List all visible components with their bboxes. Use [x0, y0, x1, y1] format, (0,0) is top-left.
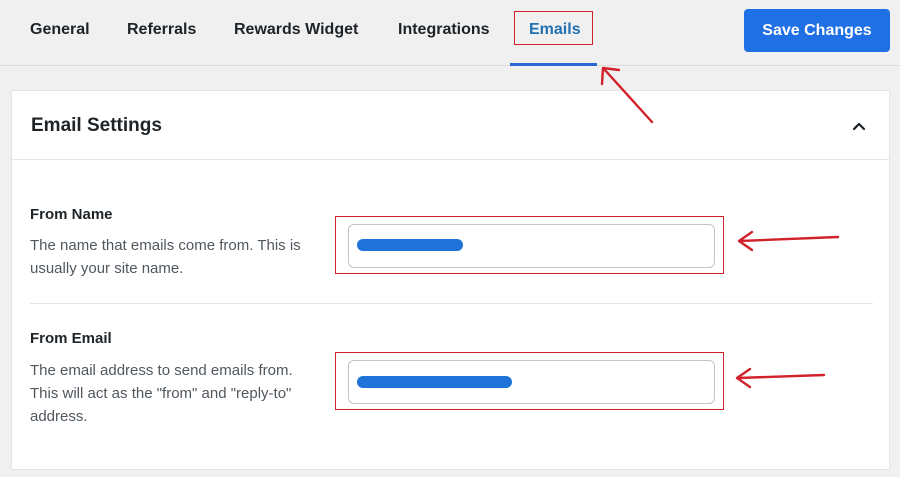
row-divider — [30, 303, 873, 304]
settings-tab-bar: General Referrals Rewards Widget Integra… — [0, 0, 900, 66]
from-email-input[interactable] — [348, 360, 715, 404]
from-email-label: From Email — [30, 330, 112, 347]
tab-integrations[interactable]: Integrations — [398, 0, 490, 66]
from-name-input[interactable] — [348, 224, 715, 268]
arrow-head-emails — [600, 66, 621, 86]
chevron-up-icon[interactable] — [848, 115, 870, 137]
tab-general[interactable]: General — [30, 0, 90, 66]
panel-title: Email Settings — [31, 115, 162, 136]
save-changes-button[interactable]: Save Changes — [744, 9, 890, 52]
active-tab-indicator — [510, 63, 597, 66]
tab-rewards-widget[interactable]: Rewards Widget — [234, 0, 358, 66]
from-name-label: From Name — [30, 206, 113, 223]
annotation-box-emails-tab — [514, 11, 593, 45]
panel-header: Email Settings — [12, 91, 889, 160]
tab-referrals[interactable]: Referrals — [127, 0, 196, 66]
from-email-description: The email address to send emails from. T… — [30, 362, 293, 425]
from-name-description: The name that emails come from. This is … — [30, 237, 301, 277]
email-settings-panel: Email Settings From Name The name that e… — [11, 90, 890, 470]
